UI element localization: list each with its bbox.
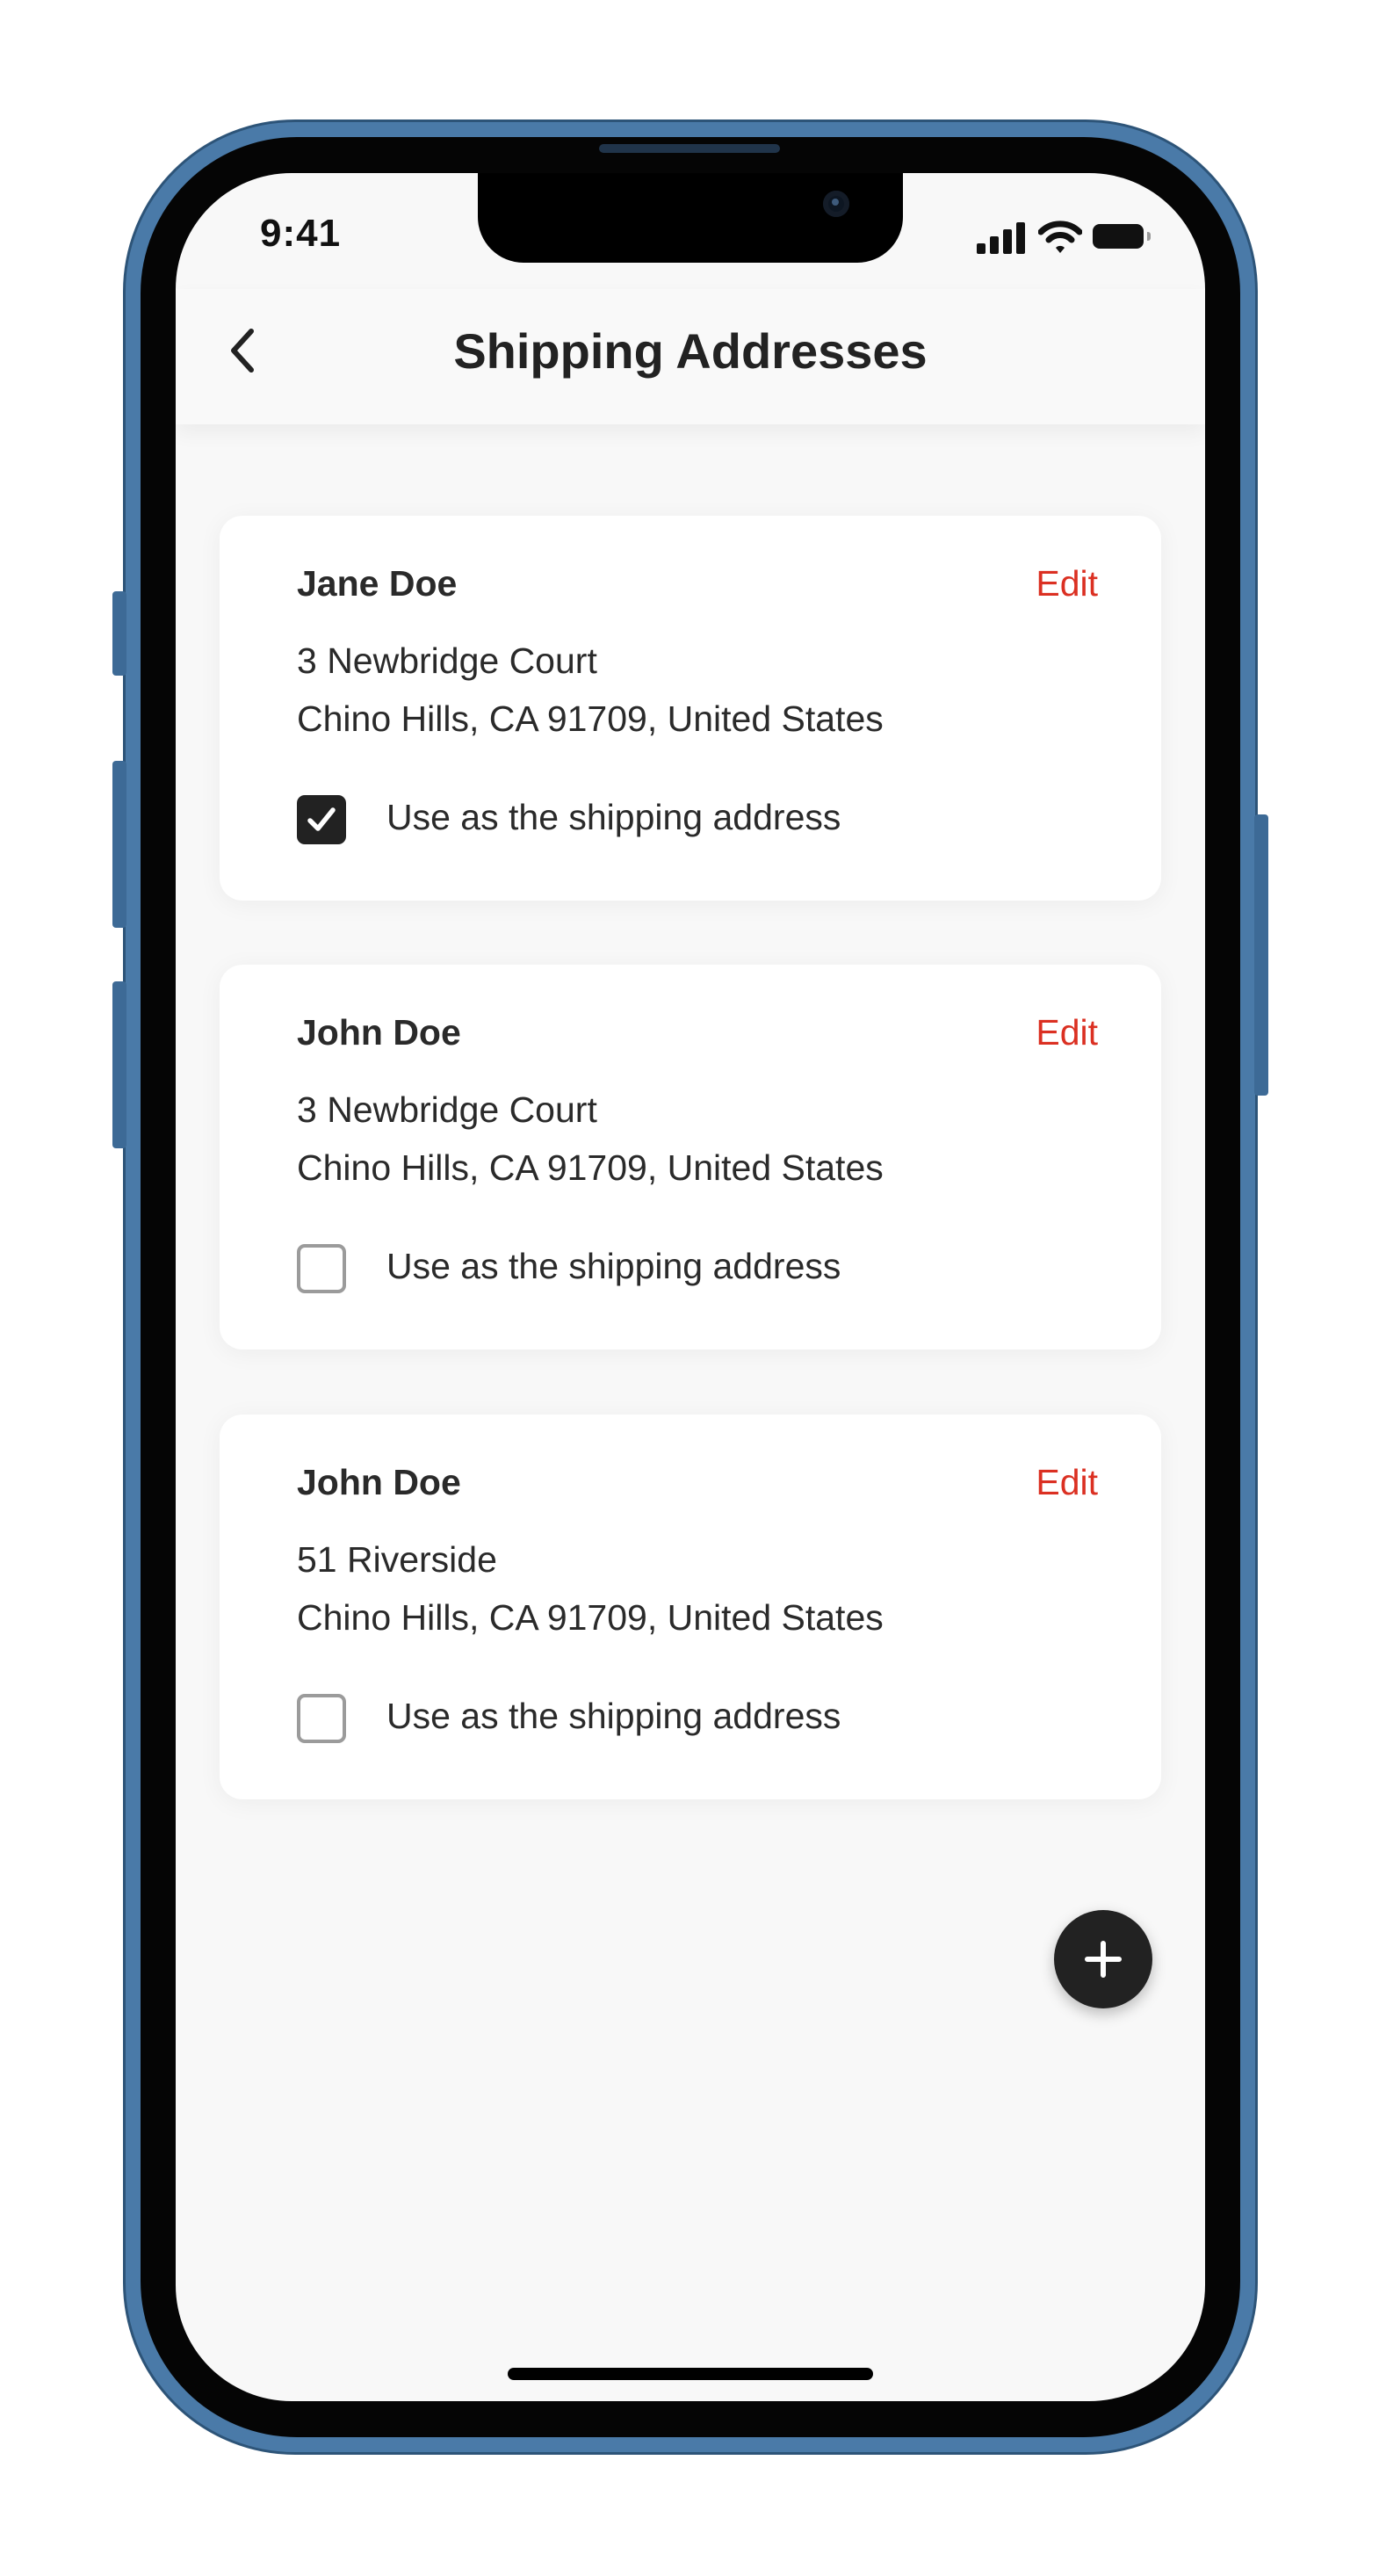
battery-icon bbox=[1093, 224, 1151, 249]
shipping-address-checkbox[interactable] bbox=[297, 1694, 346, 1743]
address-name: Jane Doe bbox=[297, 563, 458, 604]
checkmark-icon bbox=[307, 807, 336, 831]
address-street: 51 Riverside bbox=[297, 1539, 497, 1580]
navigation-bar: Shipping Addresses bbox=[176, 289, 1205, 424]
volume-up-button bbox=[112, 761, 126, 928]
address-city: Chino Hills, CA 91709, United States bbox=[297, 1147, 884, 1188]
status-time: 9:41 bbox=[260, 212, 342, 255]
add-address-button[interactable] bbox=[1054, 1910, 1152, 2008]
address-card: Jane Doe Edit 3 Newbridge Court Chino Hi… bbox=[220, 516, 1161, 901]
power-button bbox=[1254, 814, 1268, 1096]
address-card: John Doe Edit 3 Newbridge Court Chino Hi… bbox=[220, 965, 1161, 1350]
address-card: John Doe Edit 51 Riverside Chino Hills, … bbox=[220, 1415, 1161, 1799]
speaker-slot bbox=[599, 144, 780, 153]
shipping-address-checkbox-label[interactable]: Use as the shipping address bbox=[386, 1696, 841, 1737]
wifi-icon bbox=[1038, 221, 1082, 253]
shipping-address-checkbox[interactable] bbox=[297, 1244, 346, 1293]
notch bbox=[478, 173, 903, 263]
address-street: 3 Newbridge Court bbox=[297, 1089, 597, 1130]
front-camera bbox=[823, 191, 849, 217]
edit-button[interactable]: Edit bbox=[1036, 1012, 1098, 1053]
home-indicator[interactable] bbox=[508, 2368, 873, 2380]
cellular-signal-icon bbox=[977, 221, 1026, 254]
volume-down-button bbox=[112, 981, 126, 1148]
address-city: Chino Hills, CA 91709, United States bbox=[297, 698, 884, 739]
address-city: Chino Hills, CA 91709, United States bbox=[297, 1597, 884, 1638]
shipping-address-checkbox[interactable] bbox=[297, 795, 346, 844]
edit-button[interactable]: Edit bbox=[1036, 1462, 1098, 1503]
screen: 9:41 Shipping Addresses Jane Doe Edit 3 … bbox=[176, 173, 1205, 2401]
edit-button[interactable]: Edit bbox=[1036, 563, 1098, 604]
address-name: John Doe bbox=[297, 1012, 461, 1053]
silent-switch bbox=[112, 591, 126, 676]
shipping-address-checkbox-label[interactable]: Use as the shipping address bbox=[386, 1246, 841, 1287]
page-title: Shipping Addresses bbox=[453, 323, 928, 379]
address-name: John Doe bbox=[297, 1462, 461, 1502]
address-street: 3 Newbridge Court bbox=[297, 640, 597, 681]
shipping-address-checkbox-label[interactable]: Use as the shipping address bbox=[386, 797, 841, 838]
plus-icon bbox=[1085, 1941, 1122, 1978]
